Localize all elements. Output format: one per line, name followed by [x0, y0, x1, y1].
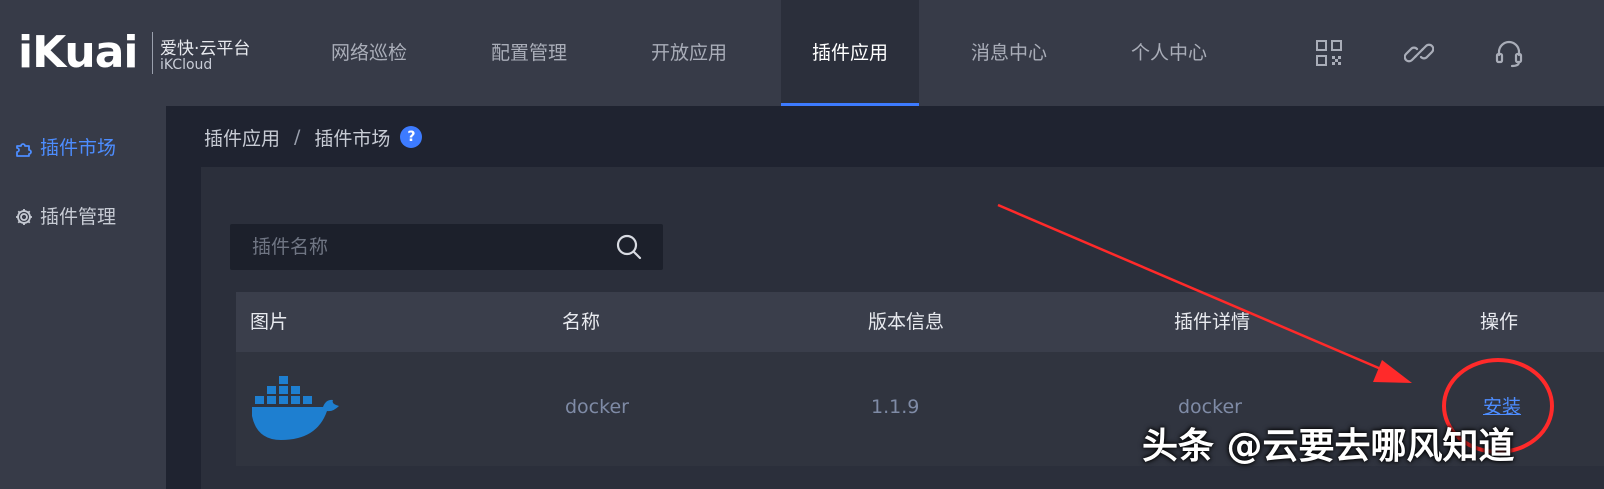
link-icon[interactable] [1404, 38, 1434, 68]
column-header-version: 版本信息 [868, 311, 945, 333]
sidebar [0, 106, 166, 489]
puzzle-icon [16, 143, 32, 157]
search-input[interactable] [230, 224, 600, 270]
column-header-image: 图片 [250, 311, 289, 333]
breadcrumb: 插件应用 / 插件市场 ? [204, 122, 423, 152]
column-header-action: 操作 [1480, 311, 1519, 333]
tab-personal-center[interactable]: 个人中心 [1090, 0, 1248, 106]
search-icon[interactable] [614, 232, 644, 262]
sidebar-item-label: 插件市场 [40, 137, 117, 159]
tab-open-apps[interactable]: 开放应用 [610, 0, 768, 106]
headset-icon[interactable] [1494, 38, 1524, 68]
gear-icon [16, 209, 32, 225]
tab-network-inspection[interactable]: 网络巡检 [290, 0, 448, 106]
breadcrumb-separator: / [294, 126, 301, 148]
search-box [230, 224, 663, 270]
sidebar-item-plugin-market[interactable]: 插件市场 [14, 133, 116, 163]
watermark: 头条 @云要去哪风知道 [1142, 426, 1515, 467]
logo-subtitle-en: iKCloud [160, 57, 213, 73]
column-header-detail: 插件详情 [1174, 311, 1251, 333]
logo-divider [152, 32, 153, 74]
help-icon[interactable]: ? [400, 126, 423, 148]
docker-logo [252, 376, 339, 440]
row-name: docker [565, 396, 629, 418]
qr-code-icon[interactable] [1314, 38, 1344, 68]
ikuai-logo[interactable]: iKuai [18, 30, 148, 76]
tab-config-management[interactable]: 配置管理 [450, 0, 608, 106]
tab-plugin-apps[interactable]: 插件应用 [781, 0, 919, 106]
breadcrumb-item-plugin-market: 插件市场 [314, 127, 391, 150]
sidebar-item-plugin-management[interactable]: 插件管理 [14, 202, 116, 232]
logo-subtitle-cn: 爱快·云平台 [160, 39, 251, 59]
tab-message-center[interactable]: 消息中心 [930, 0, 1088, 106]
row-version: 1.1.9 [871, 396, 920, 418]
column-header-name: 名称 [562, 311, 601, 333]
breadcrumb-item-plugin-apps[interactable]: 插件应用 [204, 124, 280, 151]
sidebar-item-label: 插件管理 [40, 206, 117, 228]
